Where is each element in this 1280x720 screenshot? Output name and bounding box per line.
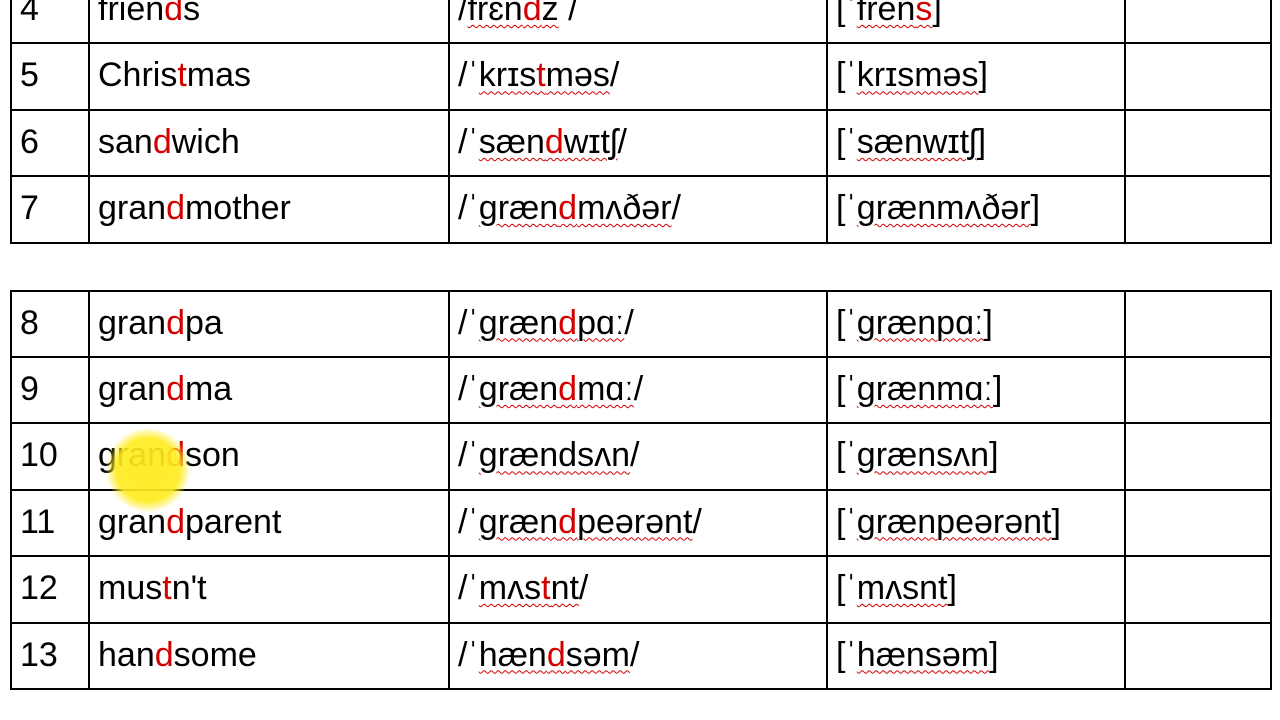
ipa-dictionary-cell: /ˈɡrændmʌðər/ — [449, 176, 827, 242]
ipa-dictionary-cell: /ˈmʌstnt/ — [449, 556, 827, 622]
word-cell: sandwich — [89, 110, 449, 176]
word-cell: grandson — [89, 423, 449, 489]
ipa-spoken-cell: [ˈɡrænpeərənt] — [827, 490, 1125, 556]
blank-cell — [1125, 0, 1271, 43]
blank-cell — [1125, 291, 1271, 357]
table-row: 5Christmas/ˈkrɪstməs/[ˈkrɪsməs] — [11, 43, 1271, 109]
word-cell: grandma — [89, 357, 449, 423]
blank-cell — [1125, 556, 1271, 622]
row-number: 12 — [11, 556, 89, 622]
ipa-spoken-cell: [ˈɡrænmʌðər] — [827, 176, 1125, 242]
word-cell: friends — [89, 0, 449, 43]
ipa-dictionary-cell: /ˈɡrændpeərənt/ — [449, 490, 827, 556]
ipa-dictionary-cell: /ˈɡrændpɑː/ — [449, 291, 827, 357]
row-number: 11 — [11, 490, 89, 556]
table-row: 9grandma/ˈɡrændmɑː/[ˈɡrænmɑː] — [11, 357, 1271, 423]
blank-cell — [1125, 423, 1271, 489]
table-row: 7grandmother/ˈɡrændmʌðər/[ˈɡrænmʌðər] — [11, 176, 1271, 242]
ipa-dictionary-cell: /ˈsændwɪtʃ/ — [449, 110, 827, 176]
blank-cell — [1125, 490, 1271, 556]
row-number: 13 — [11, 623, 89, 689]
ipa-spoken-cell: [ˈmʌsnt] — [827, 556, 1125, 622]
blank-cell — [1125, 110, 1271, 176]
table-row: 8grandpa/ˈɡrændpɑː/[ˈɡrænpɑː] — [11, 291, 1271, 357]
word-cell: Christmas — [89, 43, 449, 109]
blank-cell — [1125, 43, 1271, 109]
row-number: 8 — [11, 291, 89, 357]
phonetics-table-top: 4friends/frɛndz /[ˈfrens]5Christmas/ˈkrɪ… — [10, 0, 1272, 244]
table-row: 11grandparent/ˈɡrændpeərənt/[ˈɡrænpeərən… — [11, 490, 1271, 556]
word-cell: grandparent — [89, 490, 449, 556]
row-number: 10 — [11, 423, 89, 489]
blank-cell — [1125, 357, 1271, 423]
blank-cell — [1125, 623, 1271, 689]
word-cell: grandpa — [89, 291, 449, 357]
row-number: 9 — [11, 357, 89, 423]
table-gap — [0, 244, 1280, 290]
table-row: 10grandson/ˈɡrændsʌn/[ˈɡrænsʌn] — [11, 423, 1271, 489]
ipa-dictionary-cell: /ˈkrɪstməs/ — [449, 43, 827, 109]
table-row: 4friends/frɛndz /[ˈfrens] — [11, 0, 1271, 43]
word-cell: grandmother — [89, 176, 449, 242]
table-row: 12mustn't/ˈmʌstnt/[ˈmʌsnt] — [11, 556, 1271, 622]
ipa-dictionary-cell: /ˈɡrændmɑː/ — [449, 357, 827, 423]
ipa-spoken-cell: [ˈfrens] — [827, 0, 1125, 43]
ipa-spoken-cell: [ˈɡrænpɑː] — [827, 291, 1125, 357]
ipa-spoken-cell: [ˈkrɪsməs] — [827, 43, 1125, 109]
ipa-spoken-cell: [ˈhænsəm] — [827, 623, 1125, 689]
ipa-spoken-cell: [ˈɡrænsʌn] — [827, 423, 1125, 489]
row-number: 6 — [11, 110, 89, 176]
row-number: 4 — [11, 0, 89, 43]
ipa-spoken-cell: [ˈɡrænmɑː] — [827, 357, 1125, 423]
table-row: 13handsome/ˈhændsəm/[ˈhænsəm] — [11, 623, 1271, 689]
row-number: 7 — [11, 176, 89, 242]
word-cell: mustn't — [89, 556, 449, 622]
table-row: 6sandwich/ˈsændwɪtʃ/[ˈsænwɪtʃ] — [11, 110, 1271, 176]
ipa-dictionary-cell: /ˈɡrændsʌn/ — [449, 423, 827, 489]
word-cell: handsome — [89, 623, 449, 689]
ipa-spoken-cell: [ˈsænwɪtʃ] — [827, 110, 1125, 176]
phonetics-table-bottom: 8grandpa/ˈɡrændpɑː/[ˈɡrænpɑː]9grandma/ˈɡ… — [10, 290, 1272, 690]
blank-cell — [1125, 176, 1271, 242]
ipa-dictionary-cell: /frɛndz / — [449, 0, 827, 43]
row-number: 5 — [11, 43, 89, 109]
ipa-dictionary-cell: /ˈhændsəm/ — [449, 623, 827, 689]
